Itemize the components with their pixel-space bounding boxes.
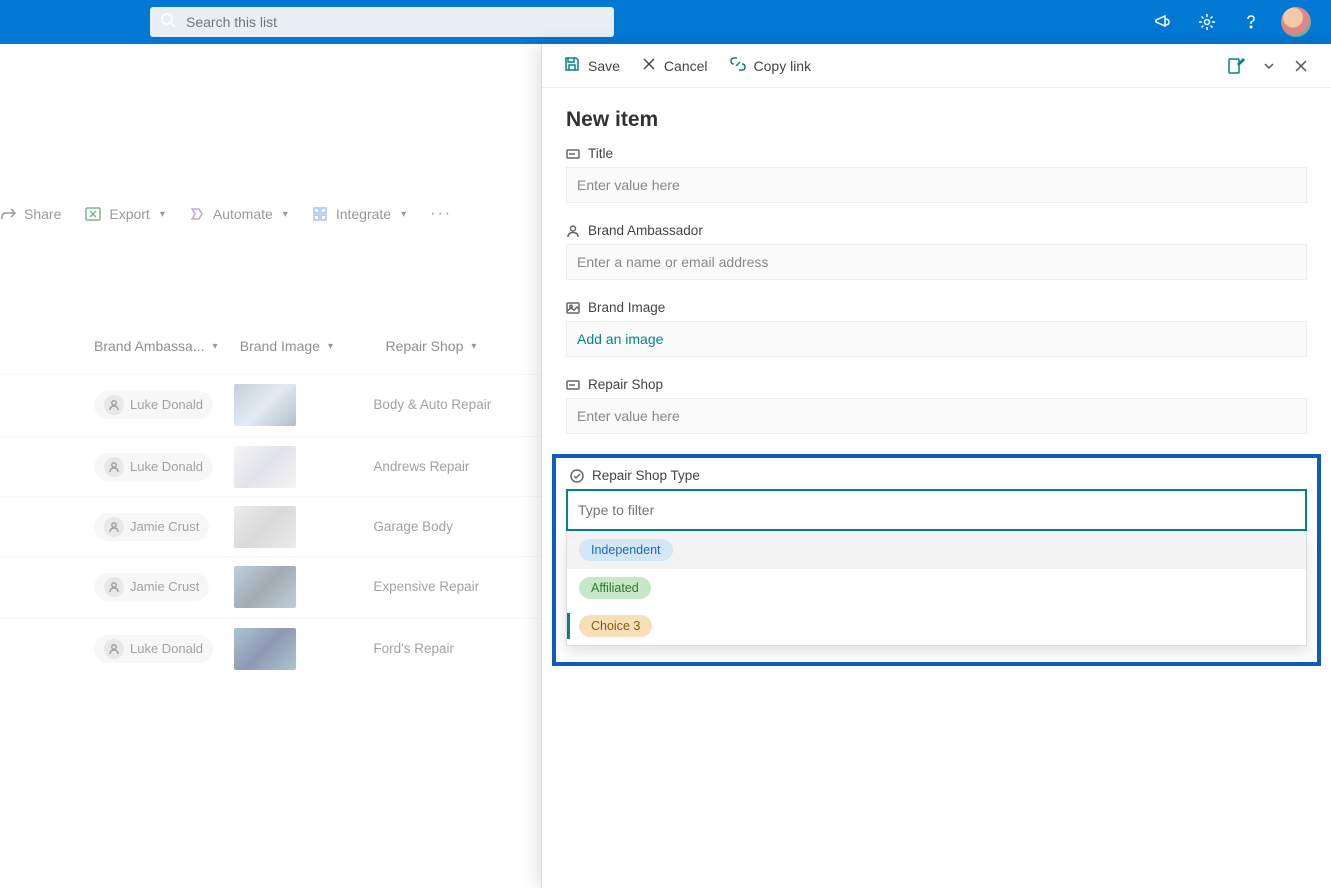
panel-toolbar: Save Cancel Copy link <box>542 44 1331 88</box>
share-label: Share <box>24 206 61 222</box>
close-icon <box>642 57 656 74</box>
person-pill: Luke Donald <box>94 391 213 419</box>
chevron-down-icon: ▾ <box>283 209 288 220</box>
close-panel-button[interactable] <box>1293 58 1309 74</box>
brand-image-thumbnail <box>234 446 296 488</box>
choice-filter-input-wrap[interactable] <box>566 489 1307 531</box>
share-icon <box>0 206 16 222</box>
search-input[interactable] <box>186 14 604 30</box>
save-button[interactable]: Save <box>564 56 620 75</box>
automate-icon <box>189 206 205 222</box>
repair-shop-cell: Ford's Repair <box>373 641 541 656</box>
command-bar: Share Export ▾ Automate ▾ Integrate ▾ ··… <box>0 192 541 236</box>
chevron-down-icon: ▾ <box>471 341 476 352</box>
brand-image-thumbnail <box>234 384 296 426</box>
automate-button[interactable]: Automate ▾ <box>189 206 288 222</box>
list-background: Share Export ▾ Automate ▾ Integrate ▾ ··… <box>0 44 541 888</box>
field-repair-shop-type-highlight: Repair Shop Type Independent Affiliated … <box>552 454 1321 666</box>
brand-image-thumbnail <box>234 506 296 548</box>
link-icon <box>730 56 746 75</box>
save-icon <box>564 56 580 75</box>
column-brand-image[interactable]: Brand Image ▾ <box>240 338 386 354</box>
person-avatar-icon <box>104 457 124 477</box>
person-pill: Jamie Crust <box>94 513 209 541</box>
add-image-button[interactable]: Add an image <box>577 331 663 347</box>
choice-option-independent[interactable]: Independent <box>567 531 1306 569</box>
choice-filter-input[interactable] <box>578 502 1295 518</box>
column-brand-ambassador[interactable]: Brand Ambassa... ▾ <box>94 338 240 354</box>
person-pill: Jamie Crust <box>94 573 209 601</box>
panel-title: New item <box>566 108 1307 132</box>
person-pill: Luke Donald <box>94 453 213 481</box>
chevron-down-icon[interactable] <box>1263 60 1275 72</box>
choice-option-affiliated[interactable]: Affiliated <box>567 569 1306 607</box>
share-button[interactable]: Share <box>0 206 61 222</box>
export-button[interactable]: Export ▾ <box>85 206 165 222</box>
brand-image-thumbnail <box>234 628 296 670</box>
person-icon <box>566 224 580 238</box>
automate-label: Automate <box>213 206 273 222</box>
field-title: Title <box>566 146 1307 203</box>
excel-icon <box>85 206 101 222</box>
title-input[interactable] <box>566 167 1307 203</box>
form-edit-icon[interactable] <box>1227 57 1245 75</box>
search-box[interactable] <box>150 7 614 37</box>
panel-body: New item Title Brand Ambassador Brand Im… <box>542 88 1331 888</box>
integrate-button[interactable]: Integrate ▾ <box>312 206 406 222</box>
chevron-down-icon: ▾ <box>401 209 406 220</box>
table-row[interactable]: Luke Donald Andrews Repair <box>0 436 541 496</box>
column-repair-shop[interactable]: Repair Shop ▾ <box>386 338 541 354</box>
person-avatar-icon <box>104 395 124 415</box>
chevron-down-icon: ▾ <box>160 209 165 220</box>
repair-shop-cell: Garage Body <box>373 519 541 534</box>
repair-shop-input[interactable] <box>566 398 1307 434</box>
repair-shop-cell: Expensive Repair <box>373 579 541 594</box>
table-row[interactable]: Jamie Crust Expensive Repair <box>0 556 541 616</box>
cancel-button[interactable]: Cancel <box>642 57 708 74</box>
brand-ambassador-input[interactable] <box>566 244 1307 280</box>
field-repair-shop: Repair Shop <box>566 377 1307 434</box>
user-avatar[interactable] <box>1281 7 1311 37</box>
new-item-panel: Save Cancel Copy link New i <box>541 44 1331 888</box>
text-field-icon <box>566 378 580 392</box>
table-row[interactable]: Jamie Crust Garage Body <box>0 496 541 556</box>
megaphone-icon[interactable] <box>1141 0 1185 44</box>
person-avatar-icon <box>104 639 124 659</box>
person-avatar-icon <box>104 577 124 597</box>
overflow-button[interactable]: ··· <box>430 205 452 223</box>
field-brand-image: Brand Image Add an image <box>566 300 1307 357</box>
copy-link-button[interactable]: Copy link <box>730 56 812 75</box>
person-avatar-icon <box>104 517 124 537</box>
table-row[interactable]: Luke Donald Ford's Repair <box>0 618 541 678</box>
export-label: Export <box>109 206 149 222</box>
brand-image-thumbnail <box>234 566 296 608</box>
suite-header <box>0 0 1331 44</box>
choice-option-choice3[interactable]: Choice 3 <box>567 607 1306 645</box>
choice-dropdown: Independent Affiliated Choice 3 <box>566 531 1307 646</box>
chevron-down-icon: ▾ <box>328 341 333 352</box>
text-field-icon <box>566 147 580 161</box>
column-headers: Brand Ambassa... ▾ Brand Image ▾ Repair … <box>0 324 541 368</box>
settings-icon[interactable] <box>1185 0 1229 44</box>
repair-shop-cell: Body & Auto Repair <box>373 397 541 412</box>
search-icon <box>160 12 176 33</box>
field-brand-ambassador: Brand Ambassador <box>566 223 1307 280</box>
image-icon <box>566 301 580 315</box>
chevron-down-icon: ▾ <box>213 341 218 352</box>
person-pill: Luke Donald <box>94 635 213 663</box>
choice-icon <box>570 469 584 483</box>
repair-shop-cell: Andrews Repair <box>373 459 541 474</box>
help-icon[interactable] <box>1229 0 1273 44</box>
integrate-icon <box>312 206 328 222</box>
table-row[interactable]: Luke Donald Body & Auto Repair <box>0 374 541 434</box>
integrate-label: Integrate <box>336 206 391 222</box>
